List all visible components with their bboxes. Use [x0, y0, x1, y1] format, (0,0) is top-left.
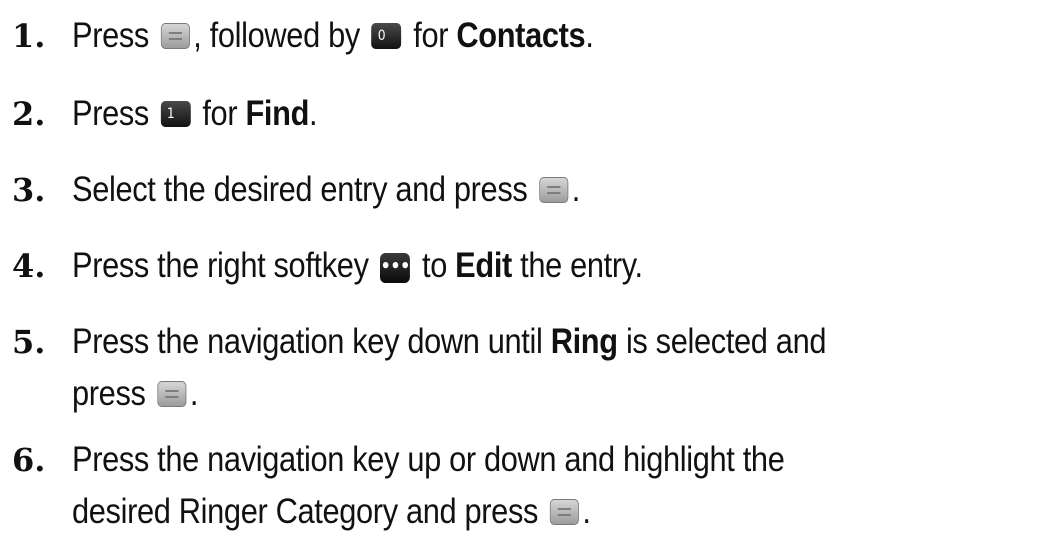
zero-next-key-icon: 0 [371, 23, 402, 49]
step-text-run: Press the right softkey [72, 246, 377, 285]
step-text: Press 1 for Find. [72, 88, 929, 140]
step-text: Press the right softkey ••• to Edit the … [72, 240, 929, 292]
step-number: 3. [12, 171, 46, 209]
step-text-run: . [582, 492, 591, 531]
bold-term: Edit [455, 246, 512, 285]
step-text-run: press [72, 374, 154, 413]
menu-ok-key-icon [549, 499, 579, 525]
step-text-run: Press [72, 16, 158, 55]
step-number: 5. [12, 323, 46, 361]
bold-term: Ring [550, 322, 618, 361]
step-text-run: , followed by [193, 16, 369, 55]
right-softkey-icon: ••• [380, 253, 410, 283]
bold-term: Contacts [456, 16, 586, 55]
step-number: 2. [12, 95, 46, 133]
step-number: 1. [12, 17, 46, 55]
step-text: Press , followed by 0 for Contacts. [72, 10, 929, 62]
step-text-run: . [585, 16, 594, 55]
step-line: Press the navigation key down until Ring… [72, 316, 929, 368]
bold-term: Find [245, 94, 310, 133]
step-text-run: for [405, 16, 457, 55]
step-text: Press the navigation key up or down and … [72, 434, 929, 538]
one-key-icon: 1 [160, 101, 191, 127]
step-line: press . [72, 368, 929, 420]
step-text-run: for [194, 94, 246, 133]
step-text-run: . [309, 94, 318, 133]
step-text-run: desired Ringer Category and press [72, 492, 547, 531]
menu-ok-key-icon [157, 381, 187, 407]
step-line: Press the navigation key up or down and … [72, 434, 929, 486]
step-number: 4. [12, 247, 46, 285]
instruction-steps: 1. Press , followed by 0 for Contacts. 2… [0, 0, 1046, 552]
step-text-run: . [571, 170, 581, 209]
step-text-run: the entry. [511, 246, 643, 285]
step-number: 6. [12, 441, 46, 479]
menu-ok-key-icon [160, 23, 190, 49]
step-text-run: Press [72, 94, 158, 133]
step-text-run: Select the desired entry and press [72, 170, 536, 209]
step-text: Press the navigation key down until Ring… [72, 316, 929, 420]
step-text-run: Press the navigation key down until [72, 322, 551, 361]
step-text-run: to [413, 246, 456, 285]
menu-ok-key-icon [539, 177, 569, 203]
step-text: Select the desired entry and press . [72, 164, 929, 216]
step-text-run: Press the navigation key up or down and … [72, 440, 785, 479]
step-text-run: is selected and [617, 322, 827, 361]
step-text-run: . [189, 374, 199, 413]
step-line: desired Ringer Category and press . [72, 486, 929, 538]
